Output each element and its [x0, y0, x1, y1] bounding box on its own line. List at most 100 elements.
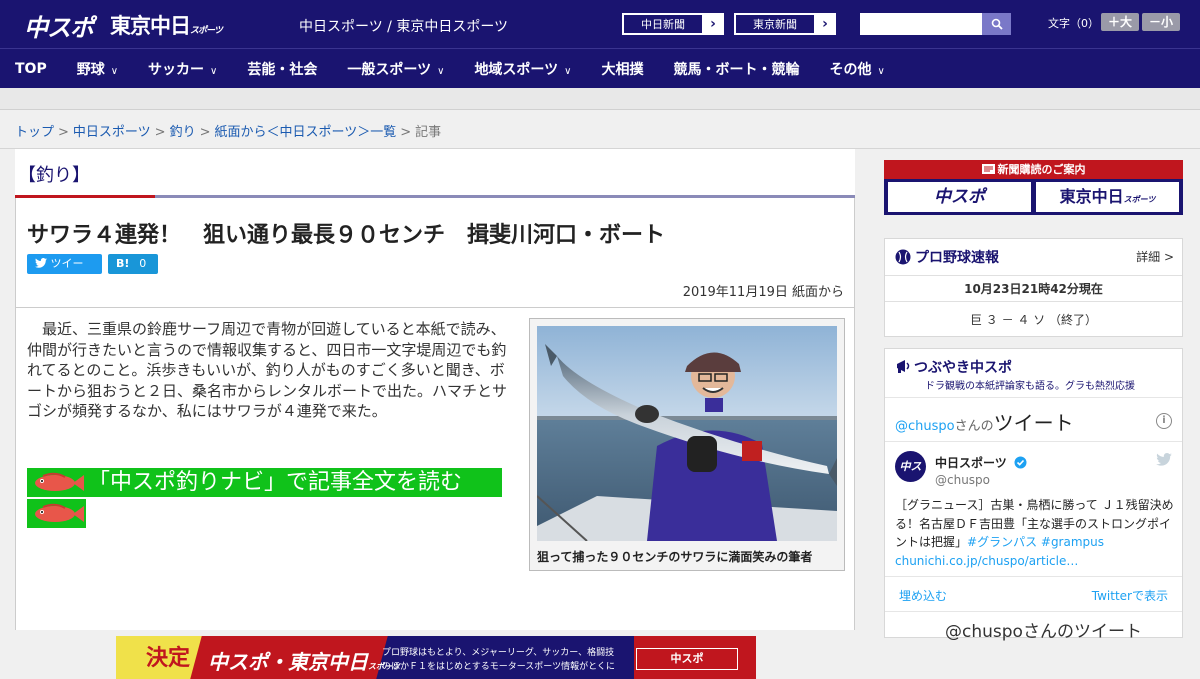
- ad-banner[interactable]: 決定 中スポ・東京中日スポーツ プロ野球はもとより、メジャーリーグ、サッカー、格…: [116, 636, 756, 679]
- twitter-bird-icon: [1156, 453, 1172, 466]
- divider: [16, 307, 854, 308]
- red-snapper-icon: [35, 503, 84, 522]
- account-name-text: 中日スポーツ: [935, 456, 1007, 470]
- subscribe-banner[interactable]: 新聞購読のご案内 中スポ 東京中日スポーツ: [884, 160, 1183, 215]
- search-button[interactable]: [982, 13, 1011, 35]
- readmore-link[interactable]: 「中スポ釣りナビ」で記事全文を読む: [27, 468, 502, 528]
- tokyo-shimbun-link[interactable]: 東京新聞 ›: [734, 13, 836, 35]
- nav-item[interactable]: 競馬・ボート・競輪: [659, 59, 815, 79]
- breadcrumb-link[interactable]: トップ: [15, 125, 54, 140]
- hatena-bookmark-button[interactable]: B! 0: [108, 254, 158, 274]
- baseball-title-text: プロ野球速報: [915, 250, 999, 266]
- ad-logo-text: 中スポ・東京中日: [208, 650, 368, 674]
- tsubuyaki-title: つぶやき中スポ: [895, 357, 1012, 377]
- nav-item-label: 芸能・社会: [247, 61, 318, 78]
- main-content: 【釣り】 サワラ４連発！ 狙い通り最長９０センチ 揖斐川河口・ボート ツイート …: [15, 149, 855, 679]
- chevron-down-icon: ∨: [110, 65, 119, 77]
- twitter-bird-icon: [35, 258, 47, 268]
- ad-text-line: プロ野球はもとより、メジャーリーグ、サッカー、格闘技: [382, 648, 615, 658]
- avatar[interactable]: 中ス: [895, 451, 926, 482]
- newspaper-icon: [981, 164, 995, 174]
- baseball-time: 10月23日21時42分現在: [964, 282, 1103, 296]
- subscribe-chuspo-button[interactable]: 中スポ: [888, 182, 1031, 212]
- timeline-handle-suffix: さんの: [954, 419, 994, 434]
- chevron-down-icon: ∨: [210, 65, 218, 77]
- angler-with-fish-image: [537, 326, 837, 541]
- site-name: 中日スポーツ / 東京中日スポーツ: [299, 19, 509, 35]
- search-input[interactable]: [860, 13, 982, 35]
- tweet-button[interactable]: ツイート: [27, 254, 102, 290]
- subscribe-head: 新聞購読のご案内: [884, 160, 1183, 179]
- info-icon[interactable]: i: [1156, 413, 1172, 429]
- baseball-detail-link[interactable]: 詳細 >: [1136, 248, 1174, 265]
- ad-tag: 決定: [146, 646, 191, 671]
- font-larger-button[interactable]: ＋大: [1101, 13, 1139, 31]
- breadcrumb-separator: >: [400, 125, 412, 140]
- timeline-tweets-word: ツイート: [993, 411, 1074, 435]
- breadcrumb-separator: >: [58, 125, 69, 140]
- account-handle[interactable]: @chuspo: [935, 473, 990, 487]
- breadcrumb-separator: >: [199, 125, 211, 140]
- subscribe-tokyo-button[interactable]: 東京中日スポーツ: [1036, 182, 1179, 212]
- timeline-header: @chuspoさんのツイート: [895, 407, 1074, 436]
- divider: [885, 275, 1182, 276]
- timeline-handle-link[interactable]: @chuspo: [895, 419, 955, 434]
- hatena-icon: B!: [116, 257, 130, 270]
- baseball-icon: [895, 249, 911, 265]
- nav-item[interactable]: 野球 ∨: [62, 59, 133, 79]
- nav-item[interactable]: 芸能・社会: [232, 59, 332, 79]
- article-photo[interactable]: 狙って捕った９０センチのサワラに満面笑みの筆者: [529, 318, 845, 571]
- breadcrumb-link[interactable]: 中日スポーツ: [73, 125, 151, 140]
- tokyo-chunichi-logo[interactable]: 東京中日スポーツ: [110, 10, 223, 40]
- article-body: 最近、三重県の鈴鹿サーフ周辺で青物が回遊していると本紙で読み、仲間が行きたいと言…: [27, 320, 508, 420]
- tweet-hashtags[interactable]: #グランパス #grampus: [967, 535, 1104, 549]
- divider: [885, 576, 1182, 577]
- breadcrumb-current: 記事: [415, 125, 442, 140]
- ad-button-panel: 中スポ: [634, 636, 756, 679]
- divider: [885, 301, 1182, 302]
- view-on-twitter-link[interactable]: Twitterで表示: [1092, 587, 1168, 604]
- ad-text-line: のほかＦ１をはじめとするモータースポーツ情報がとくに: [382, 662, 615, 672]
- font-smaller-button[interactable]: －小: [1142, 13, 1180, 31]
- nav-item[interactable]: 一般スポーツ ∨: [332, 59, 459, 79]
- chunichi-shimbun-link[interactable]: 中日新聞 ›: [622, 13, 724, 35]
- nav-item-label: 地域スポーツ: [474, 61, 559, 78]
- top-header: 中スポ 東京中日スポーツ 中日スポーツ / 東京中日スポーツ 中日新聞 › 東京…: [0, 0, 1200, 48]
- divider: [885, 441, 1182, 442]
- nav-item[interactable]: その他 ∨: [815, 59, 900, 79]
- nav-item[interactable]: サッカー ∨: [133, 59, 232, 79]
- tokyo-logo-text: 東京中日: [110, 14, 191, 38]
- megaphone-icon: [897, 360, 910, 373]
- tsubuyaki-subtitle: ドラ観戦の本紙評論家も語る。グラも熱烈応援: [925, 381, 1135, 392]
- baseball-score[interactable]: 巨 ３ － ４ ソ （終了）: [885, 311, 1182, 328]
- chevron-down-icon: ∨: [564, 65, 572, 77]
- nav-item[interactable]: 大相撲: [587, 59, 659, 79]
- nav-item-label: 野球: [76, 61, 105, 78]
- nav-item-label: 競馬・ボート・競輪: [673, 61, 800, 78]
- nav-item-label: サッカー: [148, 61, 205, 78]
- account-name[interactable]: 中日スポーツ: [935, 454, 1027, 471]
- embed-link[interactable]: 埋め込む: [899, 587, 947, 604]
- main-nav: TOP 野球 ∨ サッカー ∨ 芸能・社会 一般スポーツ ∨ 地域スポーツ ∨ 大相撲 競馬・ボート・…: [0, 48, 1200, 88]
- hatena-count: 0: [139, 257, 147, 270]
- breadcrumb-link[interactable]: 紙面から＜中日スポーツ＞一覧: [215, 125, 397, 140]
- ad-button[interactable]: 中スポ: [636, 648, 738, 670]
- tsubuyaki-title-text: つぶやき中スポ: [914, 360, 1012, 376]
- tweet-url[interactable]: chunichi.co.jp/chuspo/article…: [895, 554, 1078, 568]
- verified-icon: [1014, 456, 1027, 469]
- divider: [885, 397, 1182, 398]
- chevron-right-icon: ›: [710, 16, 716, 32]
- nav-item-label: その他: [829, 61, 872, 78]
- nav-item[interactable]: 地域スポーツ ∨: [459, 59, 586, 79]
- tokyo-logo-sub: スポーツ: [190, 26, 223, 36]
- chevron-down-icon: ∨: [877, 65, 885, 77]
- nav-item[interactable]: TOP: [0, 61, 62, 77]
- breadcrumb-link[interactable]: 釣り: [170, 125, 196, 140]
- nav-item-label: 一般スポーツ: [347, 61, 432, 78]
- tweet-text: ［グラニュース］古巣・鳥栖に勝って Ｊ１残留決める！名古屋ＤＦ吉田豊「主な選手の…: [895, 496, 1175, 570]
- article: サワラ４連発！ 狙い通り最長９０センチ 揖斐川河口・ボート ツイート B! 0 …: [15, 198, 855, 679]
- readmore-text: 「中スポ釣りナビ」で記事全文を読む: [88, 470, 463, 495]
- font-size-label: 文字（0）: [1048, 17, 1099, 30]
- chuspo-logo[interactable]: 中スポ: [24, 8, 94, 43]
- article-headline: サワラ４連発！ 狙い通り最長９０センチ 揖斐川河口・ボート: [27, 223, 666, 248]
